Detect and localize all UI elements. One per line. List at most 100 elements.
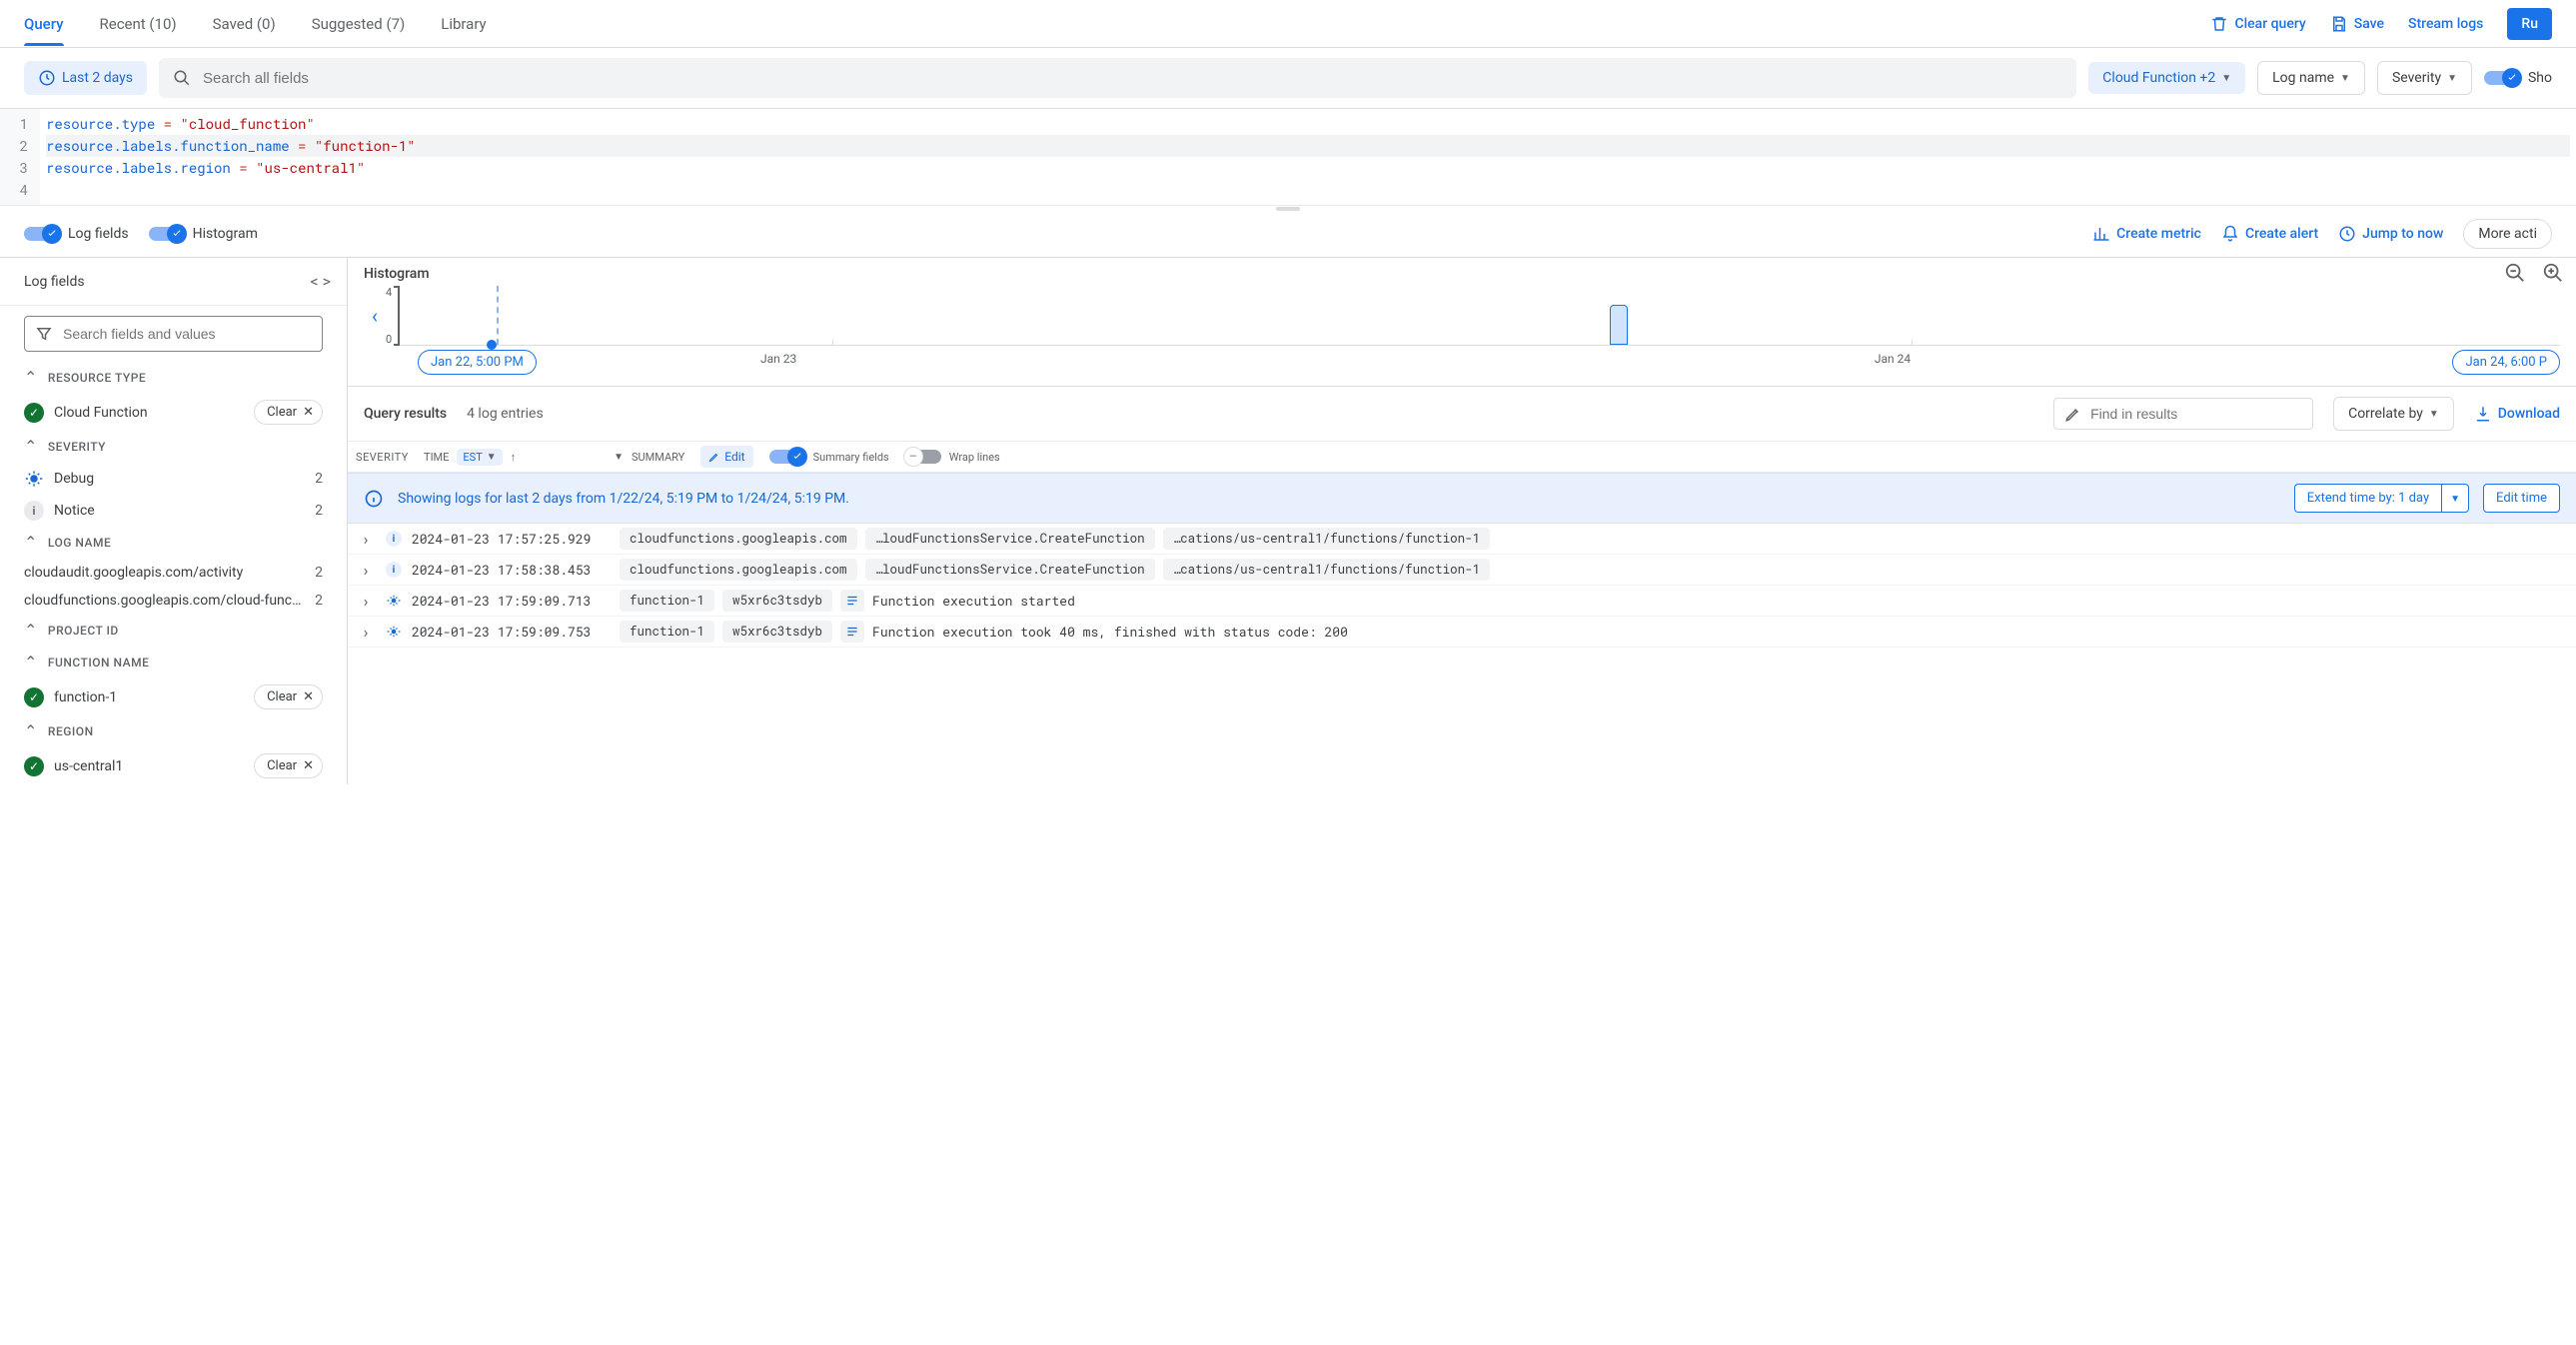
wrap-lines-toggle[interactable]: — Wrap lines bbox=[905, 450, 1000, 464]
tab-library[interactable]: Library bbox=[441, 3, 486, 45]
edit-summary-button[interactable]: Edit bbox=[700, 446, 752, 468]
collapse-icon[interactable]: < > bbox=[311, 272, 331, 291]
summary-fields-toggle[interactable]: Summary fields bbox=[769, 450, 889, 464]
clear-resource-type[interactable]: Clear✕ bbox=[254, 400, 323, 425]
more-actions-button[interactable]: More acti bbox=[2463, 219, 2552, 249]
log-pill[interactable]: cloudfunctions.googleapis.com bbox=[620, 528, 857, 550]
create-metric-button[interactable]: Create metric bbox=[2092, 225, 2201, 243]
log-pill[interactable]: function-1 bbox=[620, 621, 714, 643]
field-notice[interactable]: i Notice 2 bbox=[0, 495, 347, 527]
query-editor[interactable]: 1234 resource.type = "cloud_function" re… bbox=[0, 109, 2576, 205]
histogram-toggle[interactable]: Histogram bbox=[149, 226, 258, 242]
tab-query[interactable]: Query bbox=[24, 3, 64, 45]
zoom-in-button[interactable] bbox=[2542, 262, 2564, 284]
chevron-down-icon: ▼ bbox=[2447, 73, 2457, 84]
log-pill[interactable]: cloudfunctions.googleapis.com bbox=[620, 559, 857, 581]
log-pill[interactable]: …cations/us-central1/functions/function-… bbox=[1163, 528, 1491, 550]
section-logname[interactable]: ⌃LOG NAME bbox=[0, 527, 347, 559]
expand-icon[interactable]: › bbox=[356, 623, 376, 642]
save-button[interactable]: Save bbox=[2330, 15, 2384, 33]
section-resource-type[interactable]: ⌃RESOURCE TYPE bbox=[0, 362, 347, 394]
timerange-chip[interactable]: Last 2 days bbox=[24, 61, 147, 95]
histogram-tick-2: Jan 24 bbox=[1875, 352, 1911, 366]
tab-saved[interactable]: Saved (0) bbox=[213, 3, 276, 45]
tab-recent[interactable]: Recent (10) bbox=[100, 3, 177, 45]
log-message: Function execution started bbox=[872, 592, 1075, 610]
histogram-bar bbox=[1610, 305, 1628, 345]
field-function-1[interactable]: ✓ function-1 Clear✕ bbox=[0, 678, 347, 715]
expand-icon[interactable]: › bbox=[356, 530, 376, 549]
histogram-chart[interactable] bbox=[400, 286, 2560, 346]
chevron-down-icon[interactable]: ▼ bbox=[614, 452, 624, 463]
debug-icon bbox=[24, 469, 44, 489]
chevron-up-icon: ⌃ bbox=[24, 623, 38, 639]
download-icon bbox=[2474, 405, 2492, 423]
run-query-button[interactable]: Ru bbox=[2507, 8, 2552, 40]
tab-suggested[interactable]: Suggested (7) bbox=[312, 3, 406, 45]
stream-logs-button[interactable]: Stream logs bbox=[2408, 16, 2483, 32]
extend-time-button[interactable]: Extend time by: 1 day bbox=[2294, 484, 2441, 513]
histogram-y-axis: 4 0 bbox=[386, 286, 400, 346]
pencil-icon bbox=[2064, 405, 2082, 423]
clock-arrow-icon bbox=[2338, 225, 2356, 243]
correlate-dropdown[interactable]: Correlate by ▼ bbox=[2333, 397, 2454, 431]
debug-icon bbox=[384, 622, 404, 642]
timezone-chip[interactable]: EST ▼ bbox=[457, 449, 502, 466]
logfields-toggle[interactable]: Log fields bbox=[24, 226, 129, 242]
log-pill[interactable]: …cations/us-central1/functions/function-… bbox=[1163, 559, 1491, 581]
logname-filter-chip[interactable]: Log name ▼ bbox=[2257, 61, 2365, 95]
close-icon: ✕ bbox=[303, 689, 314, 704]
log-pill[interactable]: …loudFunctionsService.CreateFunction bbox=[865, 559, 1155, 581]
log-row[interactable]: ›i2024-01-23 17:57:25.929cloudfunctions.… bbox=[348, 524, 2576, 555]
sort-asc-icon[interactable]: ↑ bbox=[511, 451, 517, 464]
log-pill[interactable]: …loudFunctionsService.CreateFunction bbox=[865, 528, 1155, 550]
histogram-prev[interactable]: ‹ bbox=[364, 286, 386, 346]
jump-to-now-button[interactable]: Jump to now bbox=[2338, 225, 2443, 243]
clear-query-button[interactable]: Clear query bbox=[2210, 15, 2305, 33]
edit-time-button[interactable]: Edit time bbox=[2483, 484, 2560, 513]
field-cloud-function[interactable]: ✓ Cloud Function Clear✕ bbox=[0, 394, 347, 431]
expand-icon[interactable]: › bbox=[356, 561, 376, 580]
search-all-fields[interactable] bbox=[159, 58, 2076, 98]
field-search-input[interactable] bbox=[63, 326, 312, 342]
log-row[interactable]: ›i2024-01-23 17:58:38.453cloudfunctions.… bbox=[348, 555, 2576, 586]
log-pill[interactable]: w5xr6c3tsdyb bbox=[722, 590, 832, 612]
close-icon: ✕ bbox=[303, 405, 314, 420]
log-row[interactable]: ›2024-01-23 17:59:09.713function-1 w5xr6… bbox=[348, 586, 2576, 617]
find-input[interactable] bbox=[2090, 406, 2302, 422]
field-search[interactable] bbox=[24, 316, 323, 352]
field-us-central1[interactable]: ✓ us-central1 Clear✕ bbox=[0, 747, 347, 784]
resource-filter-chip[interactable]: Cloud Function +2 ▼ bbox=[2088, 62, 2245, 94]
create-alert-button[interactable]: Create alert bbox=[2221, 225, 2318, 243]
clear-region[interactable]: Clear✕ bbox=[254, 753, 323, 778]
expand-icon[interactable]: › bbox=[356, 592, 376, 611]
section-project-id[interactable]: ⌃PROJECT ID bbox=[0, 615, 347, 647]
search-icon bbox=[173, 69, 191, 87]
bell-icon bbox=[2221, 225, 2239, 243]
field-cloudfunctions-log[interactable]: cloudfunctions.googleapis.com/cloud-func… bbox=[0, 587, 347, 615]
log-pill[interactable]: w5xr6c3tsdyb bbox=[722, 621, 832, 643]
histogram-start-chip[interactable]: Jan 22, 5:00 PM bbox=[418, 350, 537, 375]
sidebar-title: Log fields bbox=[24, 274, 85, 290]
log-row[interactable]: ›2024-01-23 17:59:09.753function-1 w5xr6… bbox=[348, 617, 2576, 648]
histogram-panel: Histogram ‹ 4 0 Jan 22, 5:00 PM Jan 23 bbox=[348, 258, 2576, 387]
chevron-down-icon: ▼ bbox=[2221, 73, 2231, 84]
search-input[interactable] bbox=[203, 70, 2062, 87]
severity-filter-chip[interactable]: Severity ▼ bbox=[2377, 61, 2472, 95]
zoom-out-button[interactable] bbox=[2504, 262, 2526, 284]
download-button[interactable]: Download bbox=[2474, 405, 2560, 423]
section-region[interactable]: ⌃REGION bbox=[0, 715, 347, 747]
clear-function-name[interactable]: Clear✕ bbox=[254, 684, 323, 709]
show-query-toggle[interactable]: Sho bbox=[2484, 70, 2552, 86]
histogram-end-chip[interactable]: Jan 24, 6:00 P bbox=[2452, 350, 2560, 375]
find-in-results[interactable] bbox=[2053, 398, 2313, 430]
chevron-down-icon: ▼ bbox=[487, 452, 497, 463]
field-cloudaudit[interactable]: cloudaudit.googleapis.com/activity 2 bbox=[0, 559, 347, 587]
section-function-name[interactable]: ⌃FUNCTION NAME bbox=[0, 647, 347, 678]
log-pill[interactable]: function-1 bbox=[620, 590, 714, 612]
section-severity[interactable]: ⌃SEVERITY bbox=[0, 431, 347, 463]
check-circle-icon: ✓ bbox=[24, 403, 44, 423]
extend-time-dropdown[interactable]: ▼ bbox=[2441, 484, 2469, 513]
field-debug[interactable]: Debug 2 bbox=[0, 463, 347, 495]
close-icon: ✕ bbox=[303, 758, 314, 773]
